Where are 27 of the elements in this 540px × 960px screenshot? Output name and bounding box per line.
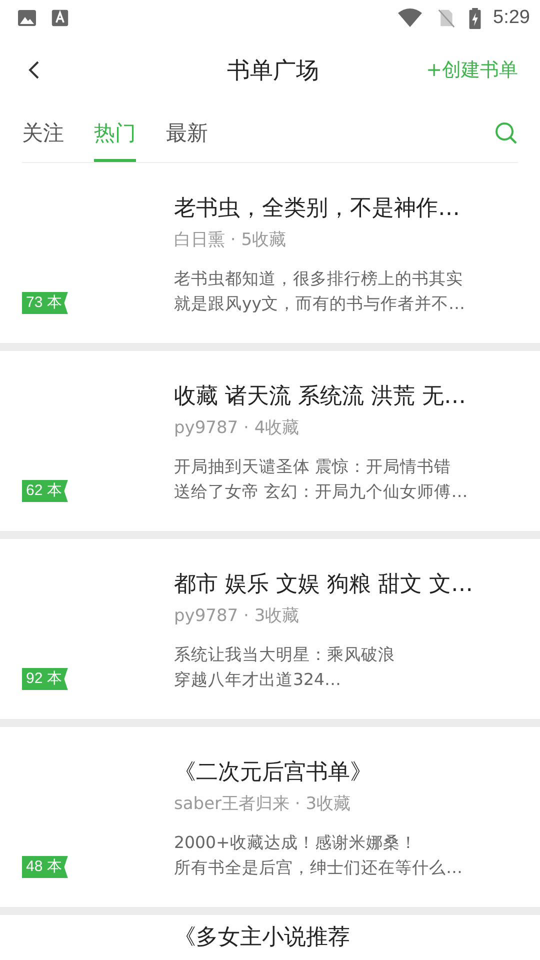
author-favorites: py9787 · 4收藏 (174, 417, 300, 440)
page-title: 书单广场 (227, 56, 319, 86)
booklist-title[interactable]: 收藏 诸天流 系统流 洪荒 无… (174, 380, 468, 414)
book-count-tag: 73 本 (22, 292, 68, 314)
author-favorites: saber王者归来 · 3收藏 (174, 793, 352, 816)
book-count-tag: 62 本 (22, 480, 68, 502)
book-count-tag: 48 本 (22, 856, 68, 878)
booklist-description: 系统让我当大明星：乘风破浪 穿越八年才出道324… (174, 644, 396, 691)
booklist-title[interactable]: 老书虫，全类别，不是神作… (174, 192, 466, 226)
search-icon[interactable] (494, 121, 518, 145)
booklist-title[interactable]: 《二次元后宫书单》 (174, 756, 462, 790)
booklist-description: 2000+收藏达成！感谢米娜桑！ 所有书全是后宫，绅士们还在等什么… (174, 832, 462, 879)
tab[interactable]: 关注 (22, 104, 64, 162)
booklist-description: 老书虫都知道，很多排行榜上的书其实 就是跟风yy文，而有的书与作者并不… (174, 268, 466, 315)
no-sim-icon (437, 8, 456, 28)
font-icon (51, 9, 69, 27)
battery-charging-icon (469, 8, 482, 28)
booklist-title[interactable]: 都市 娱乐 文娱 狗粮 甜文 文… (174, 568, 473, 602)
wifi-icon (397, 8, 424, 28)
booklist-description: 开局抽到天谴圣体 震惊：开局情书错 送给了女帝 玄幻：开局九个仙女师傅… (174, 456, 468, 503)
image-icon (17, 8, 37, 28)
book-count-tag: 92 本 (22, 668, 68, 690)
tab[interactable]: 最新 (166, 104, 208, 162)
author-favorites: 白日熏 · 5收藏 (174, 229, 288, 252)
clock-time: 5:29 (493, 7, 530, 29)
author-favorites: py9787 · 3收藏 (174, 605, 300, 628)
back-icon[interactable] (28, 60, 40, 80)
